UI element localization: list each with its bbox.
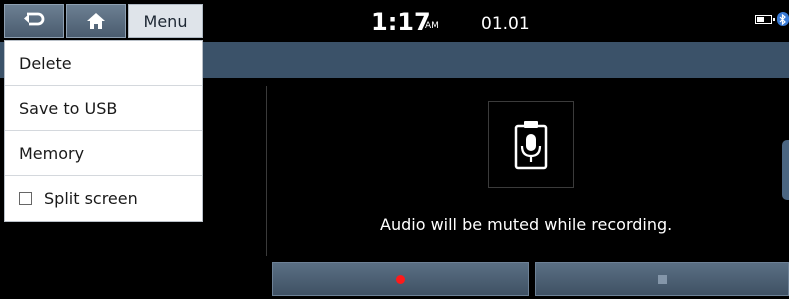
- status-icons: [755, 12, 789, 26]
- menu-item-label: Split screen: [44, 189, 138, 208]
- back-button[interactable]: [4, 4, 64, 38]
- voice-memo-microphone-icon: [514, 120, 548, 169]
- menu-button[interactable]: Menu: [128, 4, 203, 38]
- bluetooth-icon: [777, 12, 789, 26]
- home-button[interactable]: [66, 4, 126, 38]
- menu-item-label: Memory: [19, 143, 85, 163]
- menu-button-label: Menu: [143, 11, 188, 31]
- stop-square-icon: [657, 274, 667, 284]
- status-bar: Menu 1:17 AM 01.01: [0, 0, 789, 42]
- stop-button[interactable]: [535, 262, 789, 296]
- menu-item-delete[interactable]: Delete: [5, 41, 202, 86]
- menu-item-save-to-usb[interactable]: Save to USB: [5, 86, 202, 131]
- home-icon: [87, 13, 105, 29]
- record-dot-icon: [396, 274, 405, 284]
- battery-icon: [755, 14, 775, 24]
- menu-item-label: Delete: [19, 53, 72, 73]
- clock-time: 1:17: [371, 8, 431, 36]
- back-arrow-icon: [24, 12, 45, 26]
- date-display: 01.01: [481, 14, 530, 34]
- menu-item-memory[interactable]: Memory: [5, 131, 202, 176]
- record-button[interactable]: [272, 262, 529, 296]
- pane-divider: [266, 86, 267, 256]
- side-panel-handle[interactable]: [782, 140, 789, 200]
- menu-item-split-screen[interactable]: Split screen: [5, 176, 202, 221]
- clock-ampm: AM: [425, 21, 439, 31]
- voice-memo-screen: Menu 1:17 AM 01.01 Audio will be muted w…: [0, 0, 789, 299]
- menu-popup: Delete Save to USB Memory Split screen: [4, 40, 203, 222]
- recording-mute-notice: Audio will be muted while recording.: [380, 215, 673, 234]
- recorder-icon-box: [488, 101, 574, 188]
- menu-item-label: Save to USB: [19, 98, 118, 118]
- split-screen-checkbox[interactable]: [19, 192, 32, 205]
